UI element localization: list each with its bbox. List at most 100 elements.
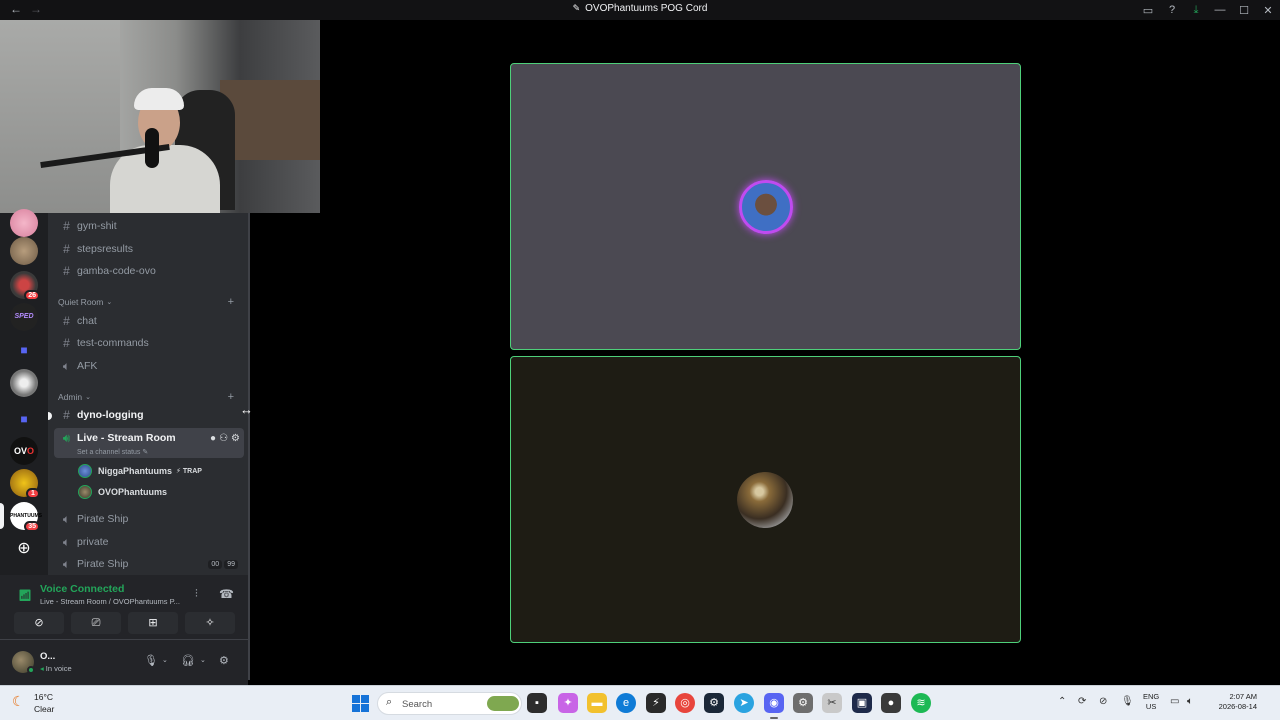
task-view-icon[interactable]: ▪ — [527, 693, 547, 713]
help-icon[interactable]: ? — [1160, 4, 1184, 16]
avatar — [78, 485, 92, 499]
participant-avatar — [739, 180, 793, 234]
weather-condition[interactable]: Clear — [34, 704, 54, 714]
chevron-down-icon[interactable]: ⌄ — [200, 656, 206, 664]
folder-icon[interactable]: ■ — [10, 336, 38, 364]
channel-chat[interactable]: # chat — [58, 311, 244, 331]
screen-share-button[interactable]: ⎚ — [71, 612, 121, 634]
webcam-microphone — [145, 128, 159, 168]
telegram-icon[interactable]: ➤ — [734, 693, 754, 713]
windows-logo-icon — [352, 695, 360, 703]
voice-small-icon: ◂ — [40, 664, 44, 673]
voice-user-niggaphantuums[interactable]: NiggaPhantuums ⚡ TRAP — [78, 462, 238, 480]
soundboard-button[interactable]: ✧ — [185, 612, 235, 634]
chevron-down-icon[interactable]: ⌄ — [162, 656, 168, 664]
channel-gym-shit[interactable]: # gym-shit — [58, 216, 244, 236]
minimize-icon[interactable]: — — [1208, 4, 1232, 16]
snipping-tool-icon[interactable]: ✂ — [822, 693, 842, 713]
spotify-icon[interactable]: ≋ — [911, 693, 931, 713]
participant-tile-2[interactable] — [510, 356, 1021, 643]
start-button[interactable] — [352, 695, 369, 712]
chevron-up-icon[interactable]: ⌃ — [1058, 696, 1066, 707]
eye-off-icon[interactable]: ⊘ — [1099, 696, 1107, 707]
voice-user-ovophantuums[interactable]: OVOPhantuums — [78, 483, 238, 501]
user-panel: O... ◂ In voice 🎙︎ ⌄ 🎧︎ ⌄ ⚙ — [0, 640, 248, 685]
soundboard-icon: ✧ — [205, 617, 215, 629]
invite-member-icon[interactable]: ⚇ — [219, 433, 228, 444]
server-tag: ⚡ TRAP — [176, 468, 202, 475]
webcam-wall — [0, 20, 120, 213]
channel-stepsresults[interactable]: # stepsresults — [58, 239, 244, 259]
discord-icon[interactable]: ◉ — [764, 693, 784, 713]
title-bar: ← → ✎ OVOPhantuums POG Cord ▭ ? ⤓ — ☐ ✕ — [0, 0, 1280, 20]
chat-bubble-icon[interactable]: ● — [210, 433, 216, 444]
create-channel-plus-icon[interactable]: + — [228, 296, 234, 308]
copilot-icon[interactable]: ✦ — [558, 693, 578, 713]
hashtag-icon: # — [63, 219, 70, 233]
voice-connected-label[interactable]: Voice Connected — [40, 583, 124, 595]
channel-test-commands[interactable]: # test-commands — [58, 333, 244, 353]
server-icon[interactable] — [10, 209, 38, 237]
channel-pirate-ship[interactable]: 🔈︎ Pirate Ship — [58, 509, 244, 529]
chevron-down-icon: ⌄ — [85, 394, 91, 401]
microphone-icon[interactable]: 🎙︎ — [144, 654, 158, 667]
active-app-indicator — [770, 717, 778, 719]
webcam-overlay — [0, 20, 320, 213]
channel-pirate-ship-2[interactable]: 🔈︎ Pirate Ship 00 99 — [58, 554, 244, 574]
inbox-icon[interactable]: ▭ — [1136, 4, 1160, 17]
hashtag-icon: # — [63, 264, 70, 278]
microphone-icon[interactable]: 🎙︎ — [1121, 696, 1134, 707]
create-channel-plus-icon[interactable]: + — [228, 391, 234, 403]
channel-gamba-code-ovo[interactable]: # gamba-code-ovo — [58, 261, 244, 281]
edge-icon[interactable]: e — [616, 693, 636, 713]
channel-status-setter[interactable]: Set a channel status ✎ — [77, 448, 148, 456]
settings-icon[interactable]: ⚙ — [793, 693, 813, 713]
server-icon[interactable] — [10, 369, 38, 397]
channel-dyno-logging[interactable]: # dyno-logging — [58, 405, 244, 425]
server-icon[interactable] — [10, 237, 38, 265]
server-icon[interactable]: 1 — [10, 469, 40, 499]
signal-icon[interactable]: 📶︎ — [18, 589, 32, 602]
channel-afk[interactable]: 🔈︎ AFK — [58, 356, 244, 376]
channel-private[interactable]: 🔈︎ private — [58, 532, 244, 552]
download-icon[interactable]: ⤓ — [1184, 4, 1208, 17]
steam-icon[interactable]: ⚙ — [704, 693, 724, 713]
gear-icon[interactable]: ⚙ — [231, 433, 240, 444]
add-server-icon[interactable]: ⊕ — [10, 536, 38, 564]
server-logo-icon: ✎ — [572, 3, 581, 13]
noise-suppression-icon[interactable]: ⫶ — [195, 588, 198, 601]
volume-icon[interactable]: 🔈︎ — [1187, 696, 1193, 707]
terminal-icon[interactable]: ▣ — [852, 693, 872, 713]
weather-temperature[interactable]: 16°C — [34, 692, 53, 702]
window-controls: ▭ ? ⤓ — ☐ ✕ — [1136, 0, 1280, 20]
speaker-icon: 🔈︎ — [62, 358, 71, 373]
camera-off-button[interactable]: ⊘ — [14, 612, 64, 634]
system-clock[interactable]: 2:07 AM 2026-08-14 — [1205, 692, 1257, 712]
weather-moon-icon[interactable]: ☾ — [12, 693, 25, 710]
server-icon[interactable]: SPED — [10, 303, 38, 331]
app-icon[interactable]: ● — [881, 693, 901, 713]
app-icon[interactable]: ⚡ — [646, 693, 666, 713]
ovo-server-icon[interactable]: OVO — [10, 437, 38, 465]
selected-server-icon[interactable]: PHANTUUMS 35 — [10, 502, 42, 532]
sidebar-divider[interactable] — [248, 213, 250, 680]
maximize-icon[interactable]: ☐ — [1232, 4, 1256, 17]
chrome-icon[interactable]: ◎ — [675, 693, 695, 713]
disconnect-icon[interactable]: ☎ — [219, 587, 234, 601]
language-indicator[interactable]: ENG US — [1143, 692, 1159, 712]
activities-button[interactable]: ⊞ — [128, 612, 178, 634]
username[interactable]: O... — [40, 651, 55, 662]
close-icon[interactable]: ✕ — [1256, 4, 1280, 17]
headphones-icon[interactable]: 🎧︎ — [181, 654, 195, 667]
voice-channel-path[interactable]: Live - Stream Room / OVOPhantuums P... — [40, 597, 180, 606]
file-explorer-icon[interactable]: ▬ — [587, 693, 607, 713]
folder-icon[interactable]: ■ — [10, 405, 38, 433]
taskbar-search[interactable]: ⌕ Search — [377, 692, 522, 715]
gear-icon[interactable]: ⚙ — [219, 654, 229, 667]
participant-tile-1[interactable] — [510, 63, 1021, 350]
display-icon[interactable]: ▭ — [1170, 696, 1179, 707]
server-icon[interactable]: 26 — [10, 271, 40, 301]
sync-icon[interactable]: ⟳ — [1078, 696, 1086, 707]
category-quiet-room[interactable]: Quiet Room ⌄ + — [58, 295, 244, 309]
category-admin[interactable]: Admin ⌄ + — [58, 390, 244, 404]
